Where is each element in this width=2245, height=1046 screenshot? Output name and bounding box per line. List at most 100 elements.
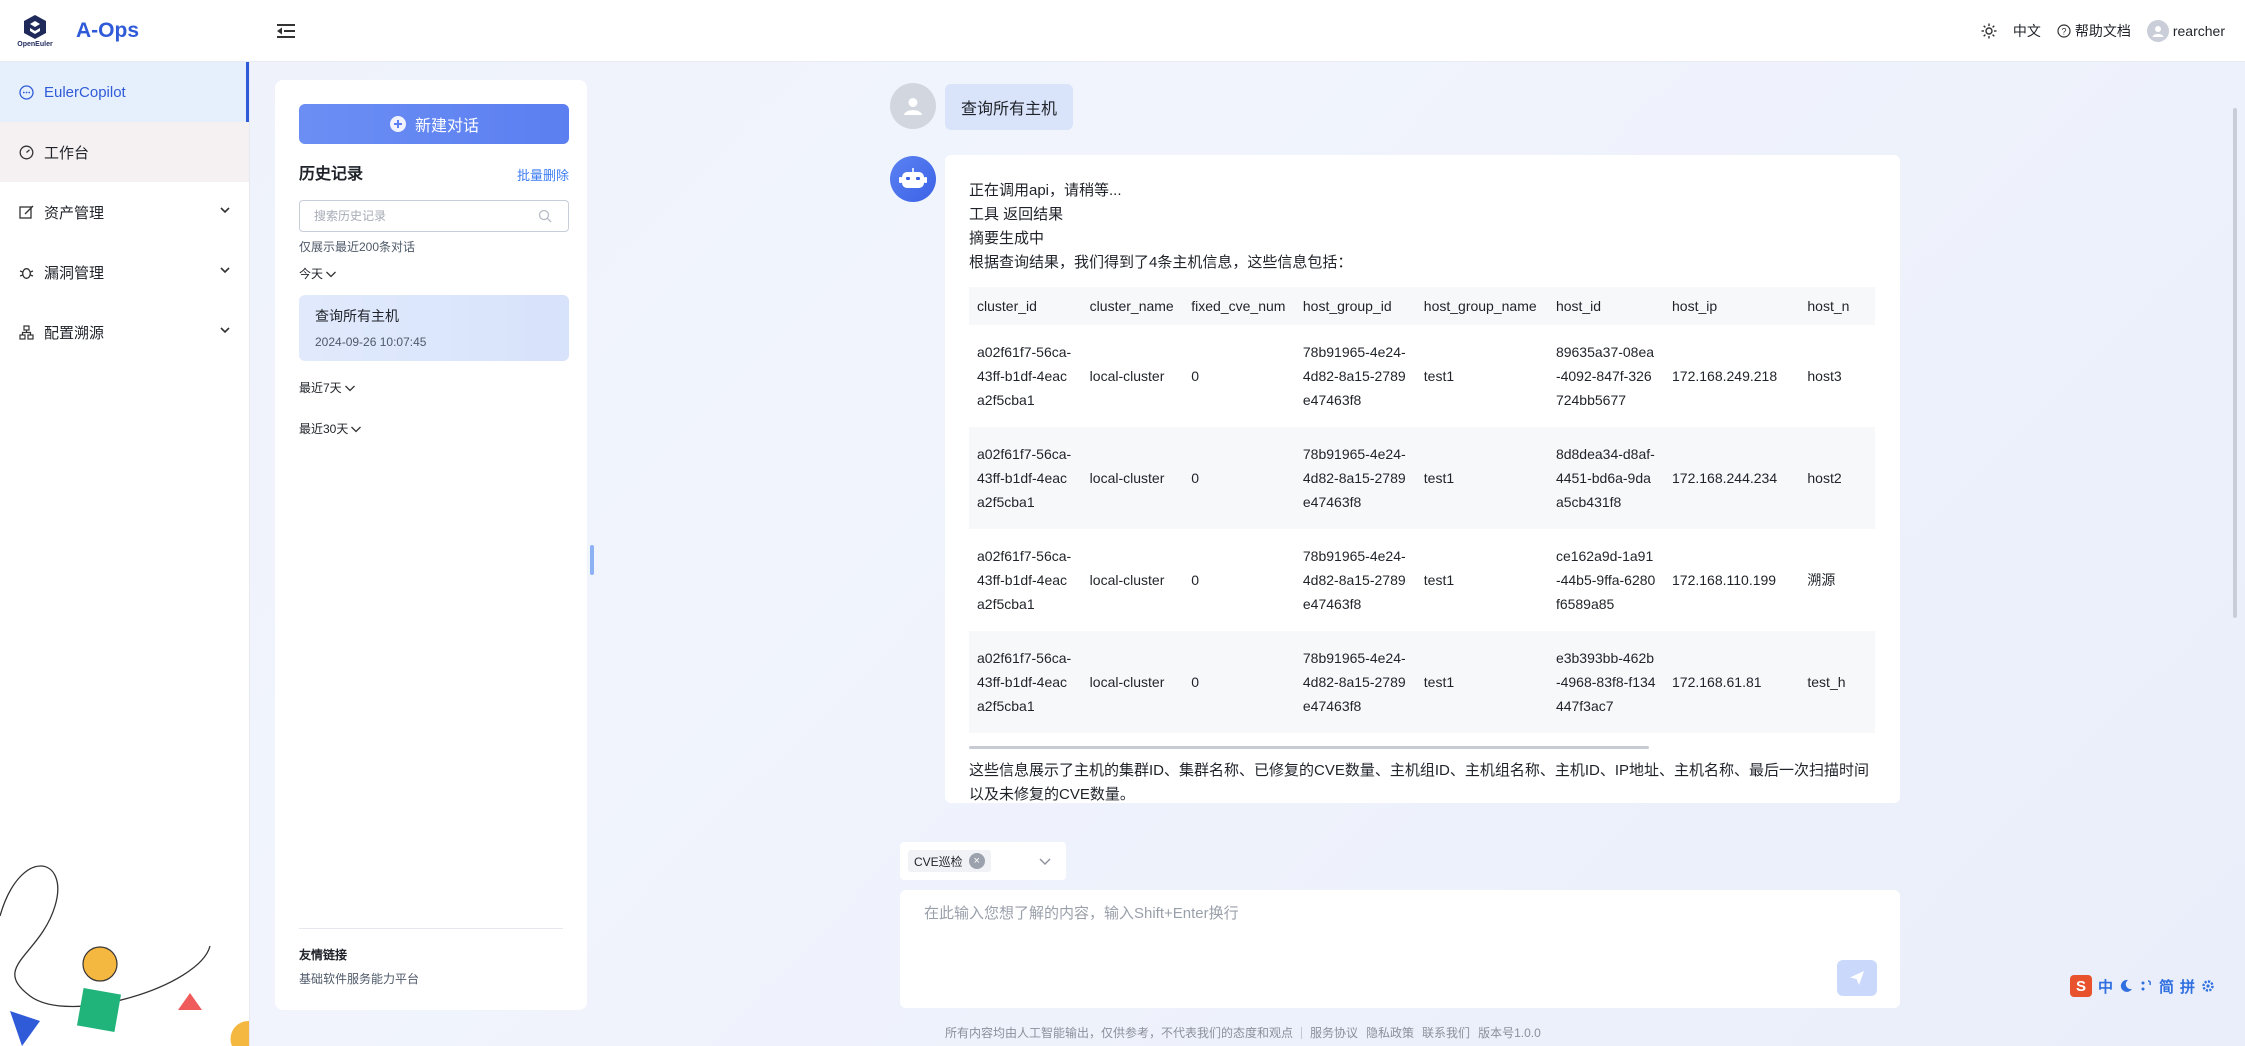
table-cell: 0 <box>1191 368 1200 384</box>
sidebar-item-eulercopilot[interactable]: EulerCopilot <box>0 62 249 122</box>
moon-icon[interactable] <box>2119 979 2133 993</box>
plugin-select[interactable]: CVE巡检 × <box>900 842 1066 880</box>
chevron-down-icon <box>326 271 336 277</box>
table-cell: 78b91965-4e24-4d82-8a15-2789e47463f8 <box>1294 631 1416 733</box>
app-name: A-Ops <box>76 18 139 42</box>
gear-icon[interactable] <box>2201 979 2215 993</box>
table-cell: a02f61f7-56ca-43ff-b1df-4eaca2f5cba1 <box>969 427 1082 529</box>
contact-link[interactable]: 联系我们 <box>1422 1024 1470 1041</box>
punctuation-icon[interactable] <box>2139 979 2153 993</box>
table-horizontal-scrollbar[interactable] <box>969 746 1649 749</box>
sidebar-item-label: EulerCopilot <box>44 83 126 101</box>
table-cell: 172.168.249.218 <box>1672 368 1778 384</box>
collapse-menu-button[interactable] <box>274 19 298 43</box>
chevron-down-icon <box>344 385 355 391</box>
group-today-toggle[interactable]: 今天 <box>299 265 337 282</box>
table-row: a02f61f7-56ca-43ff-b1df-4eaca2f5cba1 loc… <box>969 325 1875 427</box>
sidebar-item-label: 配置溯源 <box>44 324 105 342</box>
table-cell: 0 <box>1183 427 1295 529</box>
group-label: 最近7天 <box>299 381 342 395</box>
table-cell: a02f61f7-56ca-43ff-b1df-4eaca2f5cba1 <box>977 344 1072 408</box>
logo-text: OpenEuler <box>17 40 53 48</box>
page-scrollbar[interactable] <box>2233 108 2237 618</box>
table-cell: local-cluster <box>1089 572 1165 588</box>
brand: OpenEuler A-Ops <box>0 0 250 62</box>
header-actions: 中文 ? 帮助文档 rearcher <box>1981 19 2245 42</box>
table-row: a02f61f7-56ca-43ff-b1df-4eaca2f5cba1 loc… <box>969 631 1875 733</box>
help-label: 帮助文档 <box>2074 22 2131 39</box>
table-cell: a02f61f7-56ca-43ff-b1df-4eaca2f5cba1 <box>969 631 1082 733</box>
batch-delete-link[interactable]: 批量删除 <box>517 165 569 184</box>
send-icon <box>1850 971 1864 985</box>
bot-intro-line: 根据查询结果，我们得到了4条主机信息，这些信息包括： <box>969 254 1353 271</box>
decorative-shapes-illustration <box>0 865 249 1046</box>
table-cell: test_h <box>1799 631 1875 733</box>
table-cell: test1 <box>1415 631 1548 733</box>
sidebar-item-vulnerability[interactable]: 漏洞管理 <box>0 242 249 302</box>
history-item-title: 查询所有主机 <box>315 308 399 324</box>
openeuler-logo-icon <box>24 14 46 39</box>
table-cell: test1 <box>1423 368 1455 384</box>
help-docs-link[interactable]: ? 帮助文档 <box>2057 21 2131 41</box>
group-month-toggle[interactable]: 最近30天 <box>299 420 362 437</box>
column-header: host_id <box>1547 287 1664 325</box>
history-search-input[interactable] <box>299 200 569 232</box>
user-menu[interactable]: rearcher <box>2146 19 2225 42</box>
robot-icon <box>899 168 927 188</box>
sidebar-item-label: 漏洞管理 <box>44 264 105 282</box>
message-input[interactable] <box>924 902 1824 962</box>
sidebar-item-assets[interactable]: 资产管理 <box>0 182 249 242</box>
table-row: a02f61f7-56ca-43ff-b1df-4eaca2f5cba1 loc… <box>969 529 1875 631</box>
sidebar-item-config-trace[interactable]: 配置溯源 <box>0 302 249 362</box>
sidebar-item-workbench[interactable]: 工作台 <box>0 122 249 182</box>
sidebar-item-label: 工作台 <box>44 144 90 162</box>
history-item[interactable]: 查询所有主机 2024-09-26 10:07:45 <box>299 295 569 361</box>
bot-status-line: 工具 返回结果 <box>969 206 1064 223</box>
user-message-bubble: 查询所有主机 <box>945 84 1074 130</box>
help-icon: ? <box>2057 23 2071 38</box>
version-text: 版本号1.0.0 <box>1478 1026 1541 1040</box>
theme-toggle[interactable] <box>1981 23 1997 39</box>
table-cell: 溯源 <box>1807 572 1836 588</box>
close-icon[interactable]: × <box>968 853 985 869</box>
table-cell: a02f61f7-56ca-43ff-b1df-4eaca2f5cba1 <box>977 548 1072 612</box>
ime-mode[interactable]: 中 <box>2098 976 2113 997</box>
table-cell: local-cluster <box>1089 368 1165 384</box>
column-header: host_n <box>1799 287 1875 325</box>
panel-resize-handle[interactable] <box>590 545 594 575</box>
ime-simplified[interactable]: 简 <box>2159 976 2174 997</box>
chevron-down-icon <box>1039 858 1051 865</box>
message-composer <box>900 890 1900 1008</box>
ime-pinyin[interactable]: 拼 <box>2180 976 2195 997</box>
table-cell: local-cluster <box>1081 427 1184 529</box>
search-icon <box>538 209 552 223</box>
column-header: host_ip <box>1664 287 1800 325</box>
openeuler-logo[interactable]: OpenEuler <box>17 11 53 51</box>
host-table: cluster_id cluster_name fixed_cve_num ho… <box>969 287 1875 733</box>
user-avatar-icon <box>2146 19 2169 42</box>
column-header: cluster_name <box>1081 287 1184 325</box>
group-week-toggle[interactable]: 最近7天 <box>299 379 356 396</box>
send-button[interactable] <box>1837 960 1877 996</box>
dashboard-icon <box>18 144 34 160</box>
history-title: 历史记录 <box>299 166 364 183</box>
privacy-link[interactable]: 隐私政策 <box>1366 1024 1414 1041</box>
history-item-time: 2024-09-26 10:07:45 <box>315 335 427 349</box>
user-icon <box>904 98 922 115</box>
host-table-container[interactable]: cluster_id cluster_name fixed_cve_num ho… <box>969 287 1875 749</box>
table-cell: 89635a37-08ea-4092-847f-326724bb5677 <box>1555 344 1655 408</box>
disclaimer-text: 所有内容均由人工智能输出，仅供参考，不代表我们的态度和观点 <box>945 1026 1294 1040</box>
terms-link[interactable]: 服务协议 <box>1310 1024 1358 1041</box>
language-switch[interactable]: 中文 <box>2013 21 2041 41</box>
new-chat-label: 新建对话 <box>414 118 479 135</box>
new-chat-button[interactable]: 新建对话 <box>299 104 569 144</box>
table-cell: test1 <box>1423 572 1455 588</box>
friend-link[interactable]: 基础软件服务能力平台 <box>299 970 419 987</box>
table-cell: 78b91965-4e24-4d82-8a15-2789e47463f8 <box>1302 344 1406 408</box>
divider <box>1301 1026 1303 1039</box>
ime-logo[interactable]: S <box>2070 975 2092 997</box>
plugin-tag: CVE巡检 × <box>908 850 991 872</box>
edit-icon <box>18 204 34 220</box>
footer: 所有内容均由人工智能输出，仅供参考，不代表我们的态度和观点 服务协议 隐私政策 … <box>945 1024 1541 1041</box>
table-cell: 172.168.61.81 <box>1664 631 1800 733</box>
